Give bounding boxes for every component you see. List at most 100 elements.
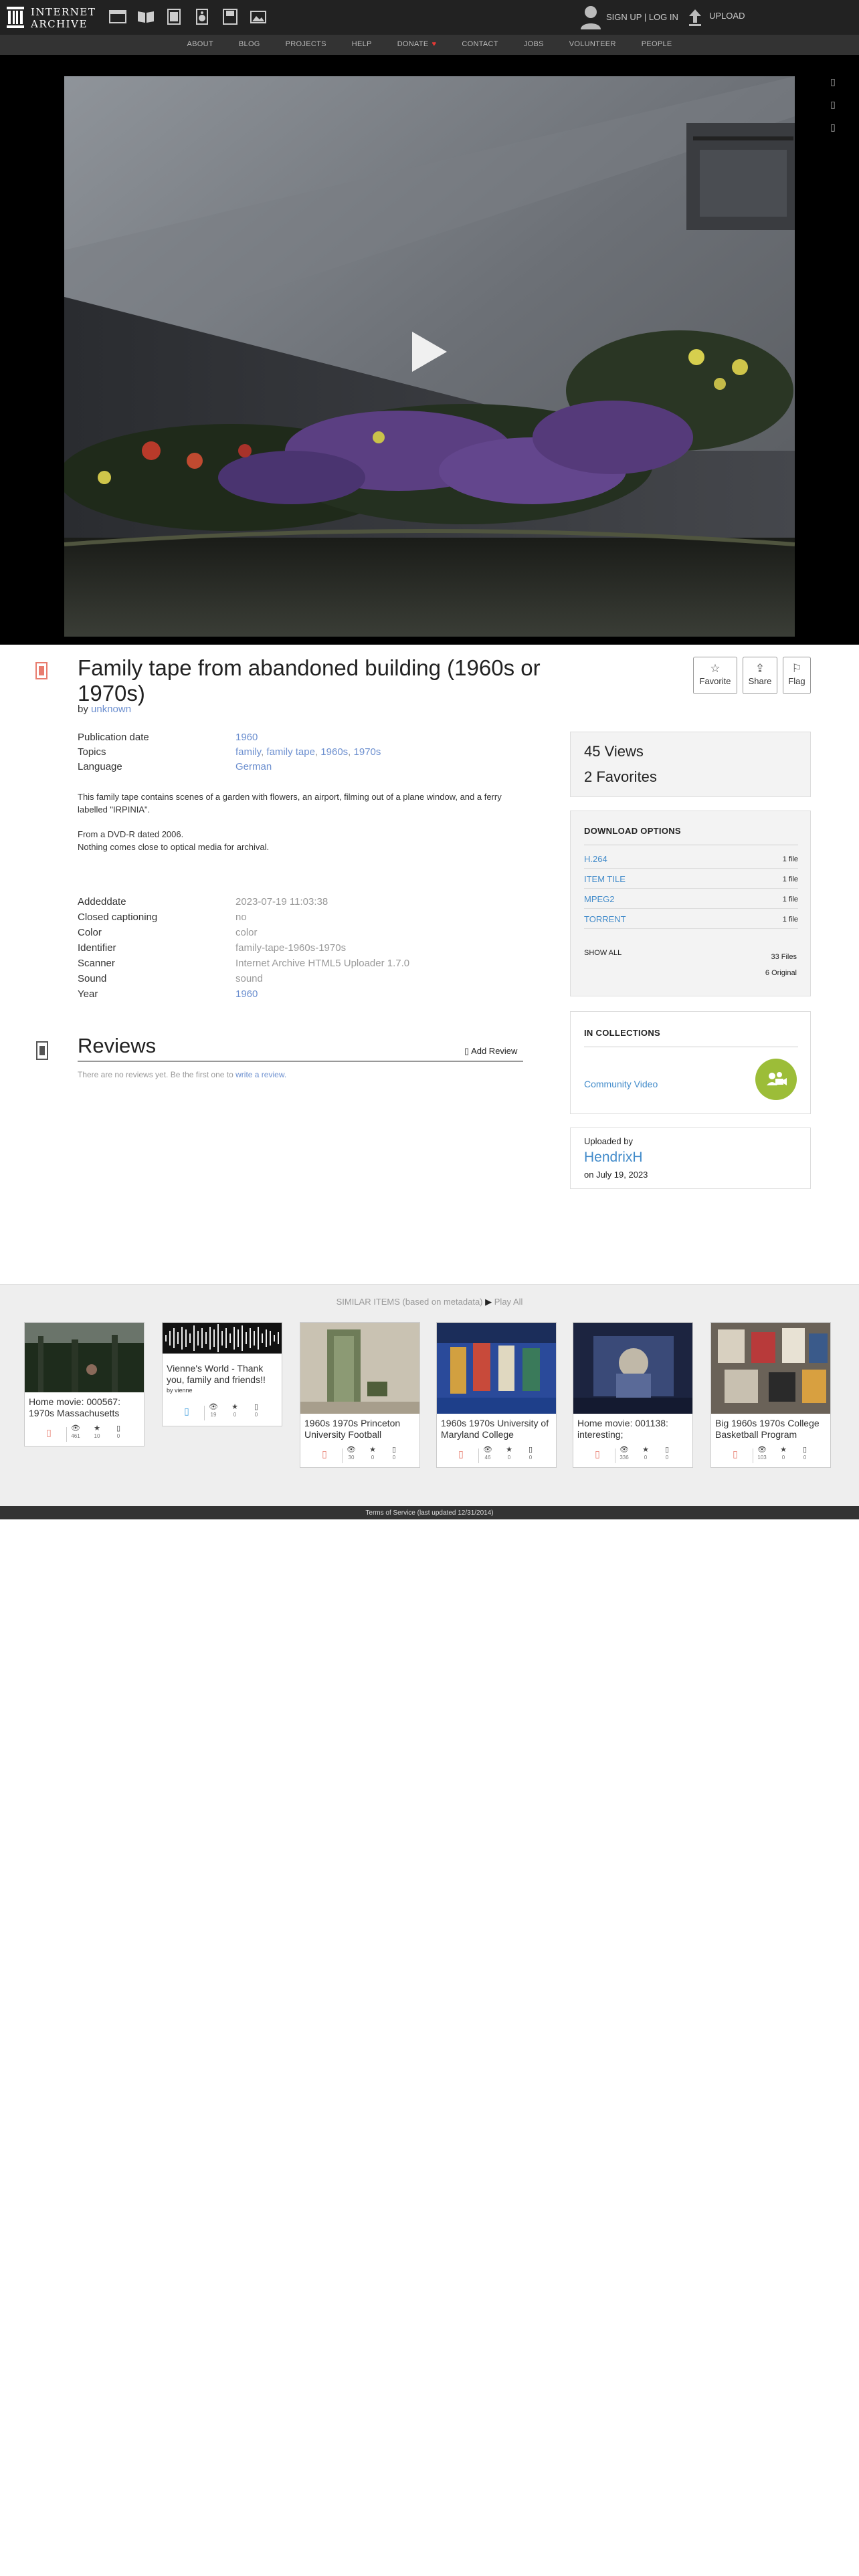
download-format-link[interactable]: H.264: [584, 854, 607, 864]
download-option[interactable]: ITEM TILE 1 file: [584, 870, 798, 889]
similar-item-title[interactable]: Home movie: 001138: interesting;: [577, 1418, 691, 1440]
similar-item-card[interactable]: Vienne's World - Thank you, family and f…: [162, 1322, 282, 1426]
star-icon: ★: [780, 1446, 787, 1454]
nav-jobs[interactable]: JOBS: [524, 40, 544, 48]
download-option[interactable]: H.264 1 file: [584, 850, 798, 869]
download-format-link[interactable]: MPEG2: [584, 894, 615, 904]
topic-link[interactable]: 1970s: [354, 746, 381, 758]
add-review-button[interactable]: ▯ Add Review: [464, 1046, 517, 1057]
nav-help[interactable]: HELP: [352, 40, 372, 48]
write-review-link[interactable]: write a review.: [235, 1070, 286, 1079]
similar-item-stats: ▯ 👁 461 ★ 10 ▯ 0: [25, 1423, 144, 1444]
views-count: 45 Views: [584, 743, 644, 760]
temple-icon: [7, 7, 24, 28]
download-format-link[interactable]: TORRENT: [584, 914, 626, 924]
similar-item-thumbnail[interactable]: [25, 1323, 145, 1392]
reviews-stat: ▯ 0: [658, 1446, 676, 1462]
embed-icon[interactable]: ▯: [827, 99, 839, 114]
texts-icon[interactable]: [136, 8, 155, 25]
collection-link[interactable]: Community Video: [584, 1079, 658, 1089]
user-avatar-icon: [581, 6, 601, 29]
flag-button[interactable]: ⚐ Flag: [783, 657, 811, 694]
language-link[interactable]: German: [235, 761, 272, 772]
download-option[interactable]: MPEG2 1 file: [584, 890, 798, 909]
similar-item-title[interactable]: 1960s 1970s University of Maryland Colle…: [441, 1418, 555, 1440]
video-theatre: ▯ ▯ ▯: [0, 55, 859, 645]
collection-badge[interactable]: [755, 1059, 797, 1100]
web-icon[interactable]: [108, 8, 127, 25]
uploaded-by-label: Uploaded by: [584, 1136, 633, 1146]
similar-item-thumbnail[interactable]: [573, 1323, 693, 1414]
similar-item-title[interactable]: Vienne's World - Thank you, family and f…: [167, 1363, 280, 1386]
similar-item-thumbnail[interactable]: [163, 1323, 282, 1354]
favorites-value: 0: [644, 1455, 648, 1461]
by-label: by: [78, 704, 88, 715]
nav-people[interactable]: PEOPLE: [642, 40, 672, 48]
similar-item-title[interactable]: Big 1960s 1970s College Basketball Progr…: [715, 1418, 829, 1440]
similar-item-thumbnail[interactable]: [711, 1323, 831, 1414]
show-all-link[interactable]: SHOW ALL: [584, 949, 622, 957]
play-all-button[interactable]: ▶ Play All: [485, 1297, 522, 1307]
similar-item-stats: ▯ 👁 19 ★ 0 ▯ 0: [163, 1402, 282, 1423]
meta-key: Publication date: [78, 732, 149, 743]
similar-item-title[interactable]: 1960s 1970s Princeton University Footbal…: [304, 1418, 418, 1440]
creator-link[interactable]: unknown: [91, 704, 131, 715]
similar-item-title[interactable]: Home movie: 000567: 1970s Massachusetts: [29, 1396, 142, 1419]
video-player[interactable]: [64, 76, 795, 637]
views-stat: 👁 336: [615, 1446, 634, 1462]
download-file-count: 1 file: [782, 875, 798, 883]
nav-contact[interactable]: CONTACT: [462, 40, 498, 48]
nav-bar: ABOUT BLOG PROJECTS HELP DONATE ♥ CONTACT…: [0, 35, 859, 55]
views-value: 19: [210, 1412, 217, 1418]
year-link[interactable]: 1960: [235, 988, 258, 1000]
similar-items-heading: SIMILAR ITEMS (based on metadata) ▶ Play…: [0, 1297, 859, 1307]
download-option[interactable]: TORRENT 1 file: [584, 910, 798, 929]
similar-item-card[interactable]: Home movie: 001138: interesting; ▯ 👁 336 …: [573, 1322, 693, 1468]
internet-archive-logo[interactable]: INTERNET ARCHIVE: [7, 4, 100, 31]
comment-icon: ▯: [528, 1446, 533, 1454]
download-file-count: 1 file: [782, 895, 798, 903]
publication-date-link[interactable]: 1960: [235, 732, 258, 743]
topic-link[interactable]: 1960s: [320, 746, 348, 758]
community-video-icon: [767, 1072, 787, 1085]
comment-icon: ▯: [116, 1424, 121, 1432]
favorite-button[interactable]: ☆ Favorite: [693, 657, 737, 694]
comment-icon: ▯: [664, 1446, 670, 1454]
topic-link[interactable]: family: [235, 746, 261, 758]
reviews-value: 0: [665, 1455, 669, 1461]
similar-item-card[interactable]: 1960s 1970s Princeton University Footbal…: [300, 1322, 420, 1468]
topic-link[interactable]: family tape: [266, 746, 315, 758]
images-icon[interactable]: [249, 8, 268, 25]
reviews-stat: ▯ 0: [795, 1446, 814, 1462]
download-format-link[interactable]: ITEM TILE: [584, 874, 626, 884]
meta-value: 2023-07-19 11:03:38: [235, 896, 328, 907]
similar-item-thumbnail[interactable]: [300, 1323, 420, 1414]
video-icon[interactable]: [165, 8, 183, 25]
similar-item-card[interactable]: 1960s 1970s University of Maryland Colle…: [436, 1322, 557, 1468]
comment-icon: ▯: [802, 1446, 807, 1454]
nav-about[interactable]: ABOUT: [187, 40, 213, 48]
similar-item-thumbnail[interactable]: [437, 1323, 557, 1414]
views-stat: 👁 461: [66, 1424, 85, 1440]
similar-item-card[interactable]: Home movie: 000567: 1970s Massachusetts …: [24, 1322, 145, 1446]
views-stat: 👁 30: [342, 1446, 361, 1462]
audio-icon[interactable]: [193, 8, 211, 25]
nav-blog[interactable]: BLOG: [239, 40, 260, 48]
similar-item-card[interactable]: Big 1960s 1970s College Basketball Progr…: [710, 1322, 831, 1468]
nav-volunteer[interactable]: VOLUNTEER: [569, 40, 616, 48]
favorites-value: 0: [781, 1455, 785, 1461]
uploader-link[interactable]: HendrixH: [584, 1150, 643, 1166]
signup-login-link[interactable]: SIGN UP | LOG IN: [606, 12, 678, 22]
share-button[interactable]: ⇪ Share: [743, 657, 777, 694]
byline: by unknown: [78, 704, 131, 715]
terms-of-service-link[interactable]: Terms of Service (last updated 12/31/201…: [365, 1509, 493, 1517]
meta-key: Year: [78, 988, 98, 1000]
software-icon[interactable]: [221, 8, 240, 25]
nav-donate[interactable]: DONATE ♥: [397, 40, 437, 48]
views-value: 30: [348, 1455, 355, 1461]
files-total[interactable]: 33 Files: [771, 953, 797, 961]
nav-projects[interactable]: PROJECTS: [286, 40, 326, 48]
info-icon[interactable]: ▯: [827, 122, 839, 136]
files-original[interactable]: 6 Original: [765, 969, 797, 977]
fullscreen-icon[interactable]: ▯: [827, 76, 839, 91]
